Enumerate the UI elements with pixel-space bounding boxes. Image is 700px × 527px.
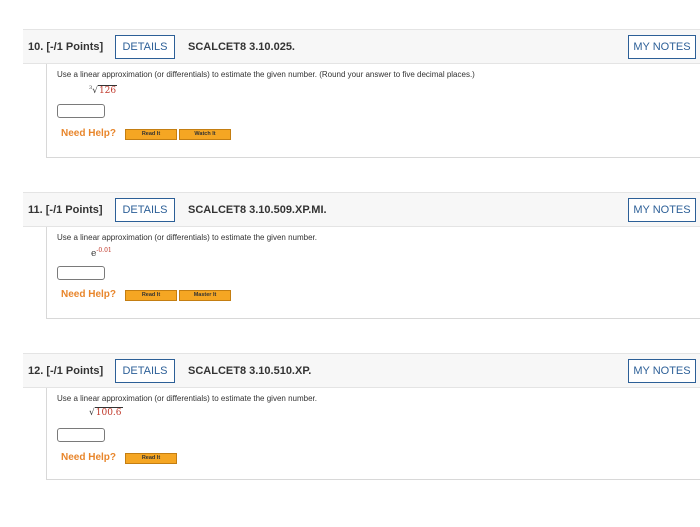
question-header: 12. [-/1 Points] DETAILS SCALCET8 3.10.5… [23, 353, 700, 388]
read-it-button[interactable]: Read It [125, 453, 177, 464]
question-header: 11. [-/1 Points] DETAILS SCALCET8 3.10.5… [23, 192, 700, 227]
read-it-button[interactable]: Read It [125, 129, 177, 140]
question-code: SCALCET8 3.10.509.XP.MI. [188, 204, 327, 216]
question-number: 10. [-/1 Points] [28, 41, 104, 53]
details-button[interactable]: DETAILS [115, 359, 175, 383]
question-body: Use a linear approximation (or different… [46, 227, 700, 319]
answer-input[interactable] [57, 428, 105, 442]
master-it-button[interactable]: Master It [179, 290, 231, 301]
my-notes-button[interactable]: MY NOTES [628, 198, 696, 222]
my-notes-button[interactable]: MY NOTES [628, 35, 696, 59]
need-help-label: Need Help? [61, 128, 117, 139]
question-prompt: Use a linear approximation (or different… [57, 233, 317, 242]
read-it-button[interactable]: Read It [125, 290, 177, 301]
question-body: Use a linear approximation (or different… [46, 388, 700, 480]
question-code: SCALCET8 3.10.510.XP. [188, 365, 312, 377]
question-prompt: Use a linear approximation (or different… [57, 394, 317, 403]
details-button[interactable]: DETAILS [115, 198, 175, 222]
watch-it-button[interactable]: Watch It [179, 129, 231, 140]
square-root-expression: √100.6 [89, 407, 123, 418]
need-help-label: Need Help? [61, 452, 117, 463]
answer-input[interactable] [57, 104, 105, 118]
exponential-expression: e-0.01 [91, 247, 112, 259]
question-header: 10. [-/1 Points] DETAILS SCALCET8 3.10.0… [23, 29, 700, 64]
cube-root-expression: 3√126 [89, 85, 118, 96]
details-button[interactable]: DETAILS [115, 35, 175, 59]
need-help-label: Need Help? [61, 289, 117, 300]
answer-input[interactable] [57, 266, 105, 280]
question-code: SCALCET8 3.10.025. [188, 41, 295, 53]
question-prompt: Use a linear approximation (or different… [57, 70, 475, 79]
question-number: 11. [-/1 Points] [28, 204, 103, 216]
question-body: Use a linear approximation (or different… [46, 64, 700, 158]
my-notes-button[interactable]: MY NOTES [628, 359, 696, 383]
question-number: 12. [-/1 Points] [28, 365, 104, 377]
